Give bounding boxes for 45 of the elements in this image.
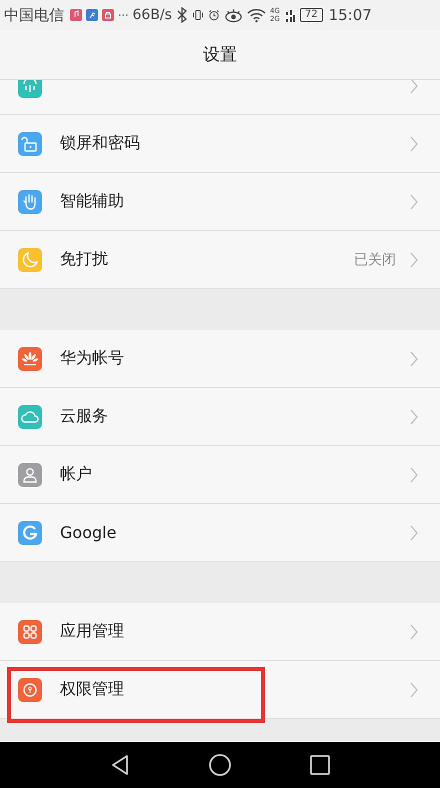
item-label: 免打扰: [60, 249, 109, 270]
lock-app-icon: [102, 9, 114, 21]
chevron-icon: [410, 408, 418, 424]
settings-item[interactable]: 帐户: [0, 446, 440, 504]
battery-level: 72: [300, 8, 323, 22]
item-value: 已关闭: [354, 250, 396, 268]
settings-item[interactable]: 云服务: [0, 388, 440, 446]
settings-item[interactable]: 免打扰 已关闭: [0, 231, 440, 289]
page-title: 设置: [203, 44, 237, 66]
chevron-icon: [410, 252, 418, 268]
chevron-icon: [410, 624, 418, 640]
chevron-icon: [410, 682, 418, 698]
chevron-icon: [410, 136, 418, 152]
clock-time: 15:07: [328, 6, 372, 24]
recents-icon[interactable]: [308, 753, 332, 777]
item-label: 帐户: [60, 464, 93, 485]
wifi-icon: [246, 7, 266, 23]
settings-item[interactable]: 应用管理: [0, 603, 440, 661]
runner-app-icon: [86, 9, 98, 21]
item-label: 云服务: [60, 406, 109, 427]
alarm-icon: [208, 7, 220, 23]
settings-item[interactable]: 锁屏和密码: [0, 115, 440, 173]
signal-icon: [284, 7, 296, 23]
settings-item[interactable]: 智能辅助: [0, 173, 440, 231]
more-notifications: ···: [118, 8, 128, 22]
item-label: 应用管理: [60, 621, 125, 642]
chevron-icon: [410, 524, 418, 540]
item-label: 华为帐号: [60, 348, 125, 369]
item-label: Google: [60, 523, 118, 542]
item-label: 智能辅助: [60, 191, 125, 212]
vibrate-icon: [192, 7, 204, 23]
chevron-icon: [410, 80, 418, 94]
eye-icon: [224, 7, 243, 23]
chevron-icon: [410, 466, 418, 482]
settings-item[interactable]: Google: [0, 504, 440, 562]
chevron-icon: [410, 350, 418, 366]
chevron-icon: [410, 194, 418, 210]
item-label: 权限管理: [60, 679, 125, 700]
home-icon[interactable]: [208, 753, 232, 777]
bluetooth-icon: [176, 7, 188, 23]
settings-item[interactable]: 华为帐号: [0, 330, 440, 388]
network-speed: 66B/s: [132, 7, 172, 23]
carrier-name: 中国电信: [4, 6, 64, 24]
music-app-icon: [70, 9, 82, 21]
item-label: 锁屏和密码: [60, 133, 141, 154]
